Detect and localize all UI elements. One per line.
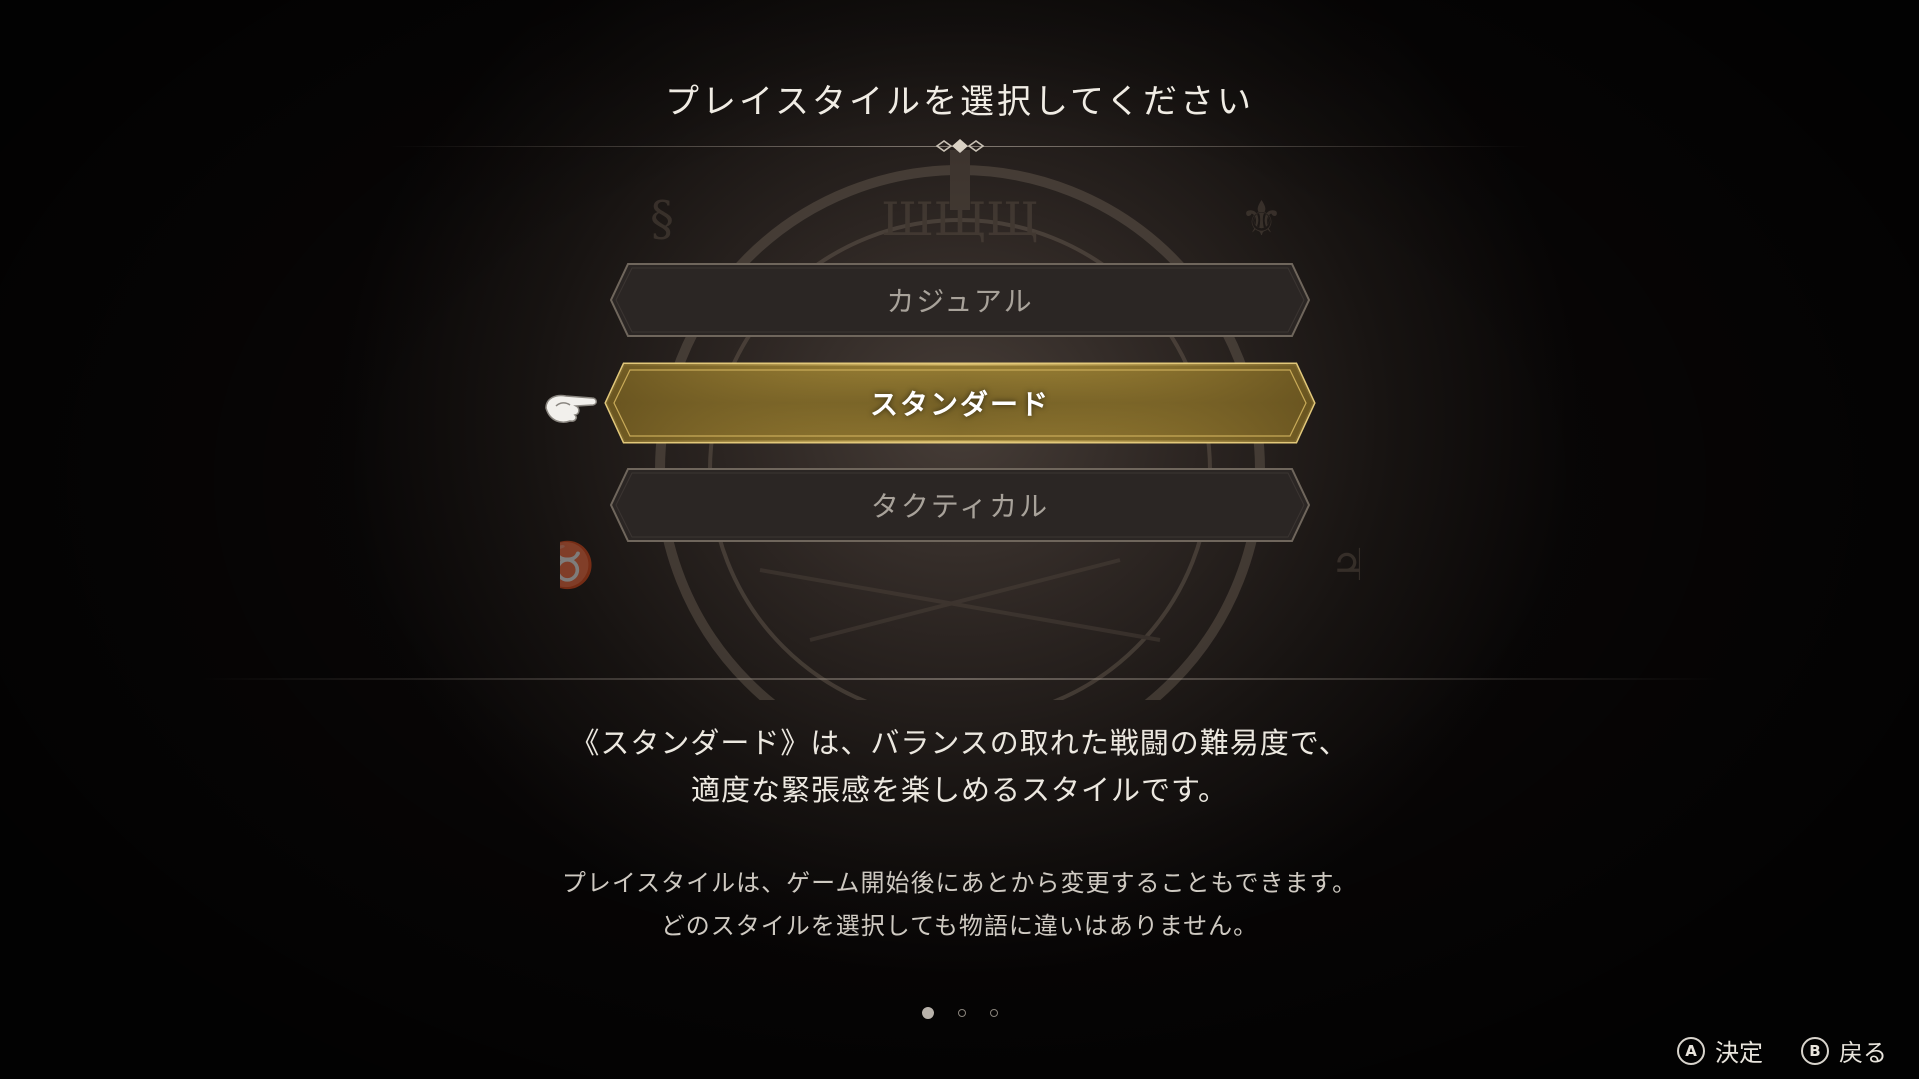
section-divider <box>200 678 1720 680</box>
page-title: プレイスタイルを選択してください <box>665 82 1254 122</box>
note-line: どのスタイルを選択しても物語に違いはありません。 <box>660 912 1259 940</box>
option-label: カジュアル <box>886 285 1034 318</box>
style-note: プレイスタイルは、ゲーム開始後にあとから変更することもできます。 どのスタイルを… <box>0 862 1919 948</box>
page-dot <box>958 1009 966 1017</box>
back-hint[interactable]: B 戻る <box>1801 1033 1887 1068</box>
page-dot-active <box>922 1007 934 1019</box>
b-button-icon: B <box>1801 1036 1829 1065</box>
option-label: スタンダード <box>869 388 1050 421</box>
confirm-label: 決定 <box>1715 1039 1763 1067</box>
back-label: 戻る <box>1839 1039 1887 1067</box>
a-button-icon: A <box>1677 1036 1705 1065</box>
description-line: 《スタンダード》は、バランスの取れた戦闘の難易度で、 <box>570 726 1349 760</box>
option-standard[interactable]: スタンダード <box>604 362 1316 444</box>
option-label: タクティカル <box>870 490 1050 523</box>
button-hints: A 決定 B 戻る <box>1677 1033 1887 1068</box>
page-indicator <box>922 1006 998 1020</box>
pointing-hand-cursor-icon <box>545 394 597 423</box>
option-casual[interactable]: カジュアル <box>610 263 1310 337</box>
description-line: 適度な緊張感を楽しめるスタイルです。 <box>690 773 1229 807</box>
confirm-hint[interactable]: A 決定 <box>1677 1033 1763 1068</box>
divider-ornament-icon <box>935 139 985 153</box>
page-dot <box>990 1009 998 1017</box>
note-line: プレイスタイルは、ゲーム開始後にあとから変更することもできます。 <box>561 869 1358 897</box>
option-tactical[interactable]: タクティカル <box>610 468 1310 542</box>
style-description: 《スタンダード》は、バランスの取れた戦闘の難易度で、 適度な緊張感を楽しめるスタ… <box>0 720 1919 814</box>
